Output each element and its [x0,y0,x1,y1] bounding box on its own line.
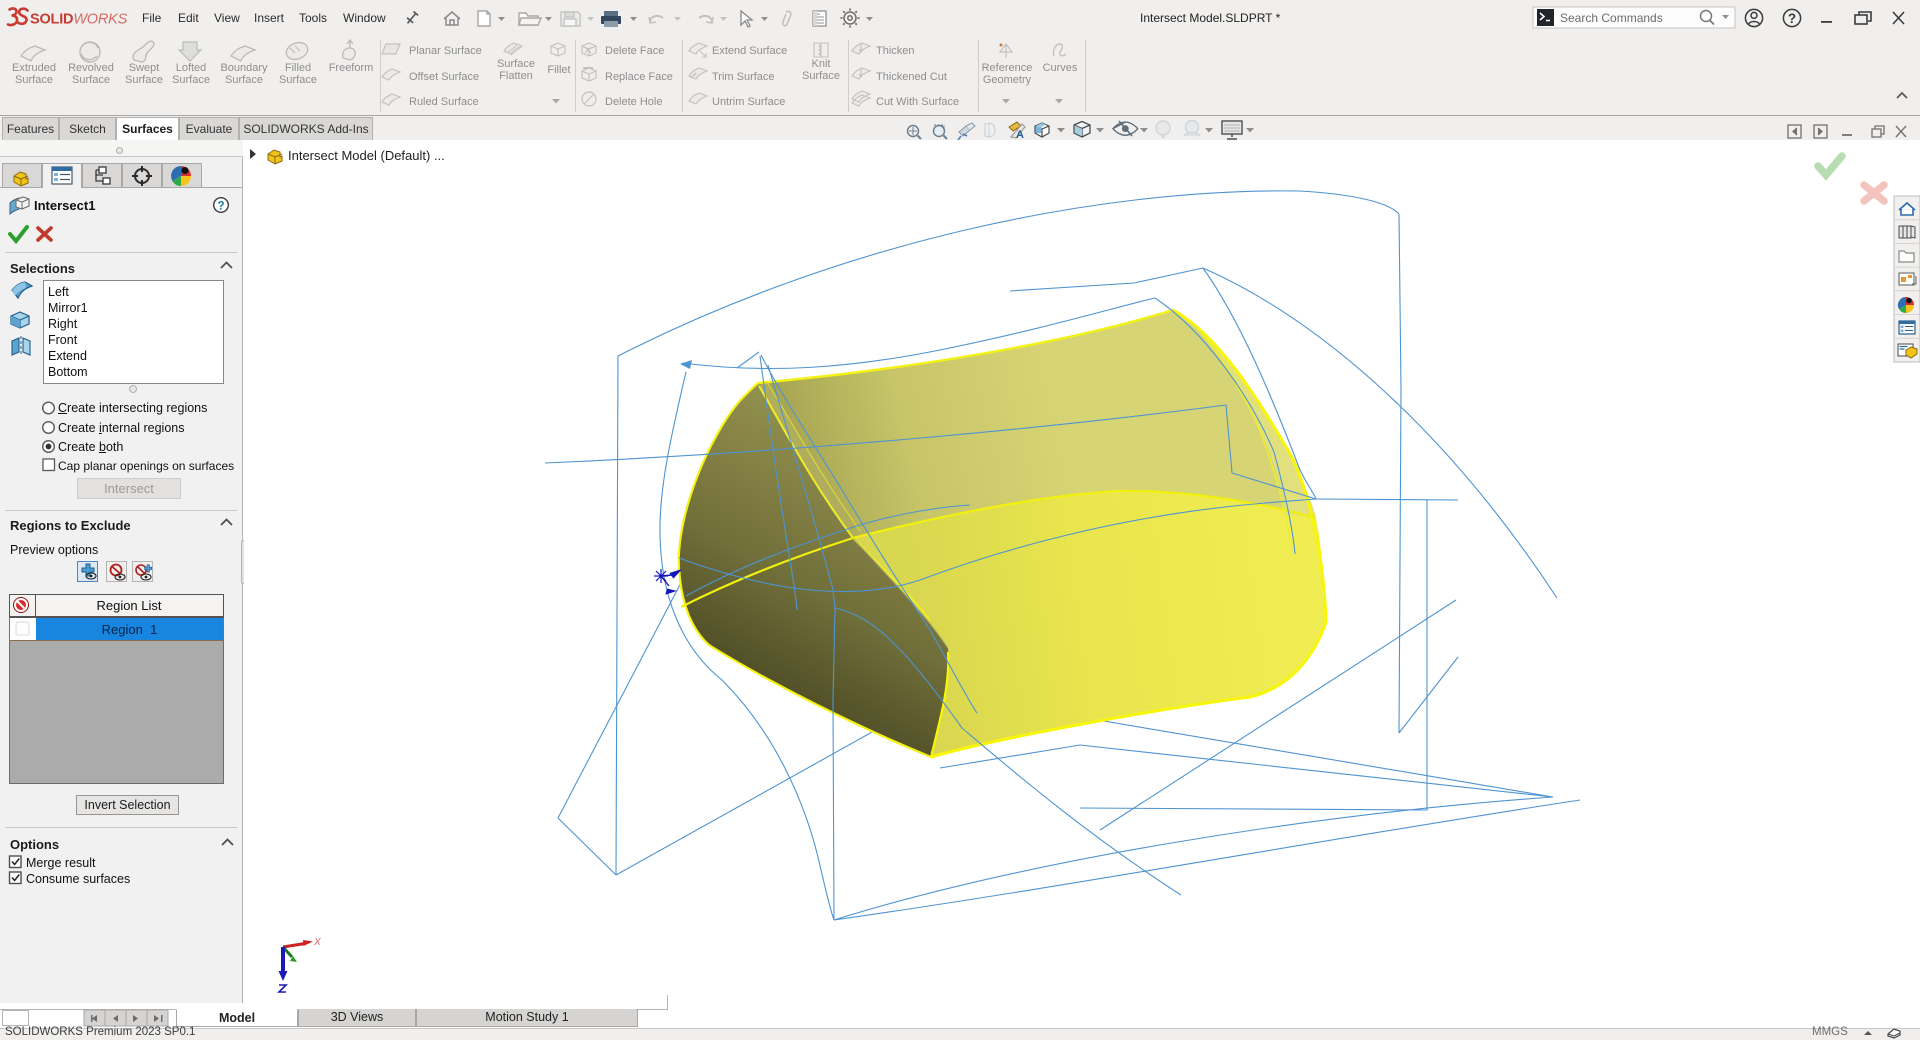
svg-text:?: ? [217,201,224,213]
svg-text:A: A [1016,129,1024,140]
svg-text:Intersect Model (Default) ...: Intersect Model (Default) ... [288,148,445,163]
svg-text:?: ? [1788,11,1796,26]
svg-text:X: X [313,937,321,948]
svg-text:SOLIDWORKS: SOLIDWORKS [30,12,128,28]
